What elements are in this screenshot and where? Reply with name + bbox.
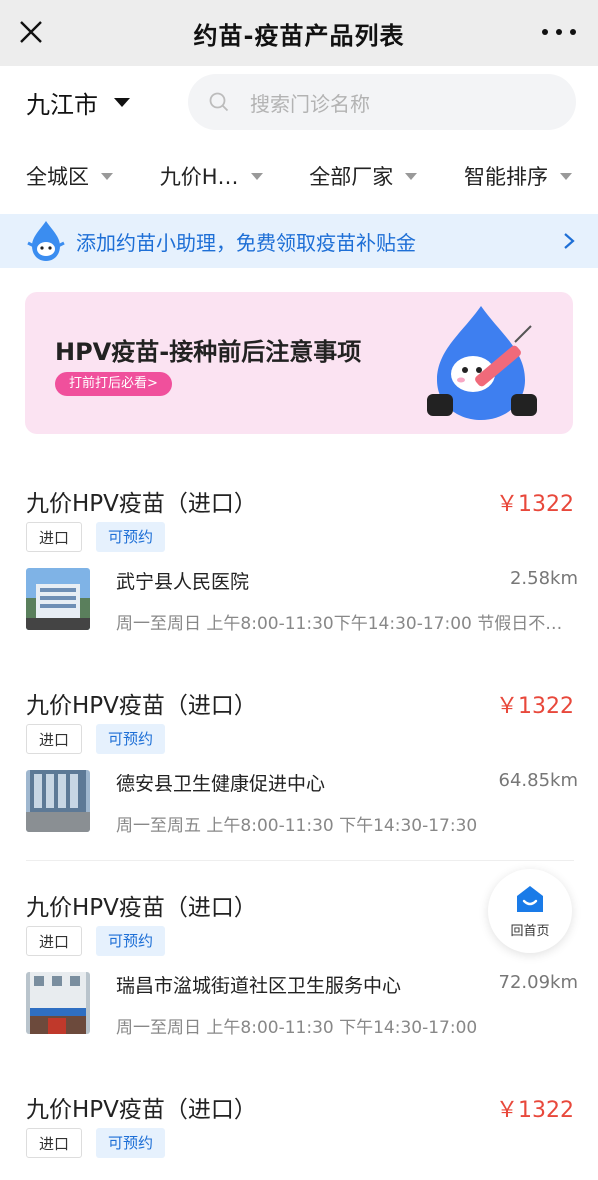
filter-bar: 全城区 九价H… 全部厂家 智能排序 [0,138,598,214]
search-row: 九江市 搜索门诊名称 [0,66,598,138]
banner-title: HPV疫苗-接种前后注意事项 [55,338,362,366]
hospital-thumbnail [26,568,90,630]
city-selector[interactable]: 九江市 [26,85,188,120]
vaccine-name: 九价HPV疫苗（进口） [26,1097,257,1123]
filter-label: 全城区 [26,165,89,189]
vaccine-price: ￥1322 [496,1098,574,1123]
vaccine-name: 九价HPV疫苗（进口） [26,895,257,921]
page-title: 约苗-疫苗产品列表 [193,21,405,50]
assistant-banner[interactable]: 添加约苗小助理，免费领取疫苗补贴金 [0,214,598,268]
divider [26,860,574,861]
search-input[interactable]: 搜索门诊名称 [188,74,576,130]
caret-down-icon [114,97,130,107]
hospital-distance: 72.09km [498,972,579,993]
tag-group: 进口 可预约 [26,522,179,552]
assistant-banner-text: 添加约苗小助理，免费领取疫苗补贴金 [76,230,416,255]
triangle-down-icon [250,172,263,180]
tag-group: 进口 可预约 [26,926,179,956]
hospital-thumbnail [26,972,90,1034]
hospital-name: 武宁县人民医院 [116,571,250,593]
triangle-down-icon [405,172,418,180]
bookable-tag: 可预约 [96,724,166,754]
bookable-tag: 可预约 [96,522,166,552]
hospital-distance: 64.85km [498,770,579,791]
triangle-down-icon [101,172,113,180]
vaccine-price: ￥1322 [496,492,574,517]
import-tag: 进口 [26,926,83,956]
filter-label: 全部厂家 [309,165,394,189]
bookable-tag: 可预约 [96,926,166,956]
import-tag: 进口 [26,1128,83,1158]
import-tag: 进口 [26,522,83,552]
close-icon[interactable] [16,17,46,47]
hpv-notice-banner[interactable]: HPV疫苗-接种前后注意事项 打前打后必看> [25,292,573,434]
import-tag: 进口 [26,724,83,754]
more-icon[interactable] [542,22,576,42]
search-placeholder: 搜索门诊名称 [250,91,370,116]
title-bar: 约苗-疫苗产品列表 [0,0,598,66]
home-button[interactable]: 回首页 [488,869,572,953]
bookable-tag: 可预约 [96,1128,166,1158]
tag-group: 进口 可预约 [26,1128,179,1158]
home-icon [517,885,543,912]
hospital-distance: 2.58km [509,568,578,589]
hospital-name: 德安县卫生健康促进中心 [116,773,326,795]
opening-hours: 周一至周五 上午8:00-11:30 下午14:30-17:30 [116,816,478,836]
filter-vaccine[interactable]: 九价H… [160,161,263,191]
banner-tag: 打前打后必看> [55,372,172,396]
city-label: 九江市 [26,90,98,119]
filter-district[interactable]: 全城区 [26,161,113,191]
mascot-syringe-illustration [427,306,537,420]
triangle-down-icon [560,172,572,180]
filter-label: 九价H… [159,165,239,189]
vaccine-name: 九价HPV疫苗（进口） [26,491,257,517]
filter-sort[interactable]: 智能排序 [464,161,572,191]
vaccine-price: ￥1322 [496,694,574,719]
mascot-icon [27,221,65,261]
hospital-thumbnail [26,770,90,832]
search-icon [209,92,229,112]
tag-group: 进口 可预约 [26,724,179,754]
filter-label: 智能排序 [464,165,548,189]
hospital-name: 瑞昌市湓城街道社区卫生服务中心 [116,975,402,997]
opening-hours: 周一至周日 上午8:00-11:30下午14:30-17:00 节假日不… [116,614,563,634]
opening-hours: 周一至周日 上午8:00-11:30 下午14:30-17:00 [116,1018,478,1038]
chevron-right-icon [564,233,575,249]
filter-manufacturer[interactable]: 全部厂家 [309,161,418,191]
vaccine-name: 九价HPV疫苗（进口） [26,693,257,719]
home-button-label: 回首页 [510,923,550,939]
